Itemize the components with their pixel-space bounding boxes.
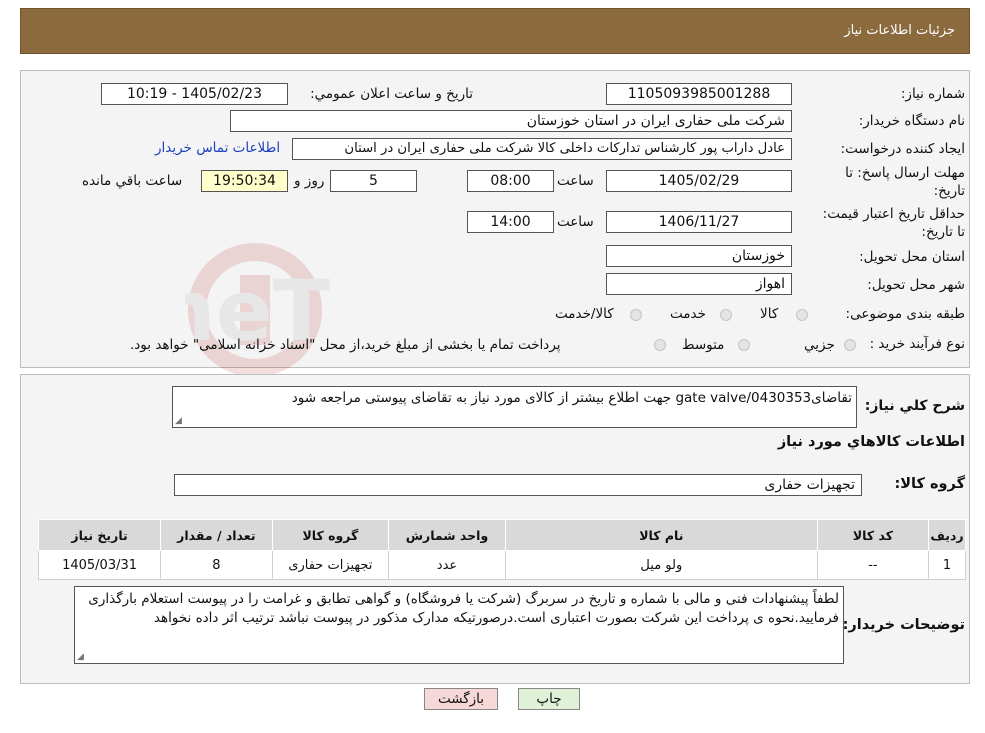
category-option-goods: کالا [760, 306, 779, 322]
delivery-city-label: شهر محل تحويل: [867, 277, 965, 293]
requester-field: عادل داراب پور کارشناس تدارکات داخلی کال… [292, 138, 792, 160]
process-radio-minor[interactable] [844, 339, 856, 351]
resize-handle-icon[interactable]: ◢ [175, 416, 182, 426]
col-unit: واحد شمارش [388, 519, 506, 551]
days-label: روز و [294, 173, 325, 189]
col-need-date: تاريخ نياز [37, 519, 162, 551]
remaining-days-field: 5 [330, 170, 417, 192]
purchase-process-label: نوع فرآيند خريد : [869, 336, 965, 352]
announce-date-label: تاريخ و ساعت اعلان عمومي: [310, 86, 473, 102]
category-option-service: خدمت [670, 306, 706, 322]
page-title: جزئیات اطلاعات نیاز [844, 23, 955, 38]
goods-group-label: گروه کالا: [894, 476, 965, 492]
deadline-time-field: 08:00 [467, 170, 554, 192]
goods-table: رديف کد کالا نام کالا واحد شمارش گروه کا… [37, 519, 966, 580]
delivery-city-field: اهواز [606, 273, 792, 295]
process-radio-medium[interactable] [738, 339, 750, 351]
category-option-goods-service: کالا/خدمت [555, 306, 614, 322]
deadline-date-field: 1405/02/29 [606, 170, 792, 192]
col-goods-group: گروه کالا [271, 519, 390, 551]
description-text: تقاضایgate valve/0430353 جهت اطلاع بیشتر… [291, 390, 852, 406]
buyer-contact-link[interactable]: اطلاعات تماس خريدار [155, 140, 280, 156]
description-label: شرح کلي نياز: [864, 398, 965, 414]
process-option-medium: متوسط [682, 337, 725, 353]
cell-goods-group: تجهيزات حفاری [271, 550, 390, 580]
process-option-minor: جزيي [804, 337, 835, 353]
deadline-label: مهلت ارسال پاسخ: تا تاريخ: [845, 165, 965, 199]
buyer-notes-textarea[interactable]: لطفاً پیشنهادات فنی و مالی با شماره و تا… [74, 586, 844, 664]
category-radio-goods[interactable] [796, 309, 808, 321]
goods-group-field: تجهیزات حفاری [174, 474, 862, 496]
col-goods-code: کد کالا [816, 519, 930, 551]
requester-label: ايجاد کننده درخواست: [840, 141, 965, 157]
need-number-label: شماره نياز: [900, 86, 965, 102]
cell-goods-name: ولو میل [504, 550, 818, 580]
remaining-time-label: ساعت باقي مانده [82, 173, 183, 189]
price-validity-time-field: 14:00 [467, 211, 554, 233]
description-textarea[interactable]: تقاضایgate valve/0430353 جهت اطلاع بیشتر… [172, 386, 857, 428]
category-radio-goods-service[interactable] [630, 309, 642, 321]
delivery-province-field: خوزستان [606, 245, 792, 267]
cell-goods-code: -- [816, 550, 930, 580]
price-validity-time-label: ساعت [557, 214, 594, 230]
table-row: 1 -- ولو میل عدد تجهيزات حفاری 8 1405/03… [37, 550, 966, 580]
remaining-time-field: 19:50:34 [201, 170, 288, 192]
col-row-number: رديف [928, 519, 966, 551]
print-button[interactable]: چاپ [518, 688, 580, 710]
need-number-field: 1105093985001288 [606, 83, 792, 105]
goods-section-title: اطلاعات کالاهاي مورد نياز [777, 434, 965, 450]
price-validity-label: حداقل تاريخ اعتبار قيمت: تا تاريخ: [822, 206, 965, 240]
col-quantity: تعداد / مقدار [160, 519, 273, 551]
category-radio-service[interactable] [720, 309, 732, 321]
buyer-org-field: شرکت ملی حفاری ایران در استان خوزستان [230, 110, 792, 132]
buyer-notes-text: لطفاً پیشنهادات فنی و مالی با شماره و تا… [88, 591, 839, 626]
page-header: جزئیات اطلاعات نیاز [20, 8, 970, 54]
deadline-time-label: ساعت [557, 173, 594, 189]
category-label: طبقه بندی موضوعی: [845, 306, 965, 322]
cell-unit: عدد [388, 550, 506, 580]
back-button[interactable]: بازگشت [424, 688, 498, 710]
buyer-org-label: نام دستگاه خريدار: [858, 113, 965, 129]
delivery-province-label: استان محل تحويل: [859, 249, 965, 265]
price-validity-date-field: 1406/11/27 [606, 211, 792, 233]
announce-date-field: 1405/02/23 - 10:19 [101, 83, 288, 105]
buyer-notes-label: توضيحات خريدار: [842, 617, 965, 633]
process-treasury-note: پرداخت تمام يا بخشی از مبلغ خريد،از محل … [130, 337, 561, 353]
process-radio-treasury[interactable] [654, 339, 666, 351]
goods-table-header: رديف کد کالا نام کالا واحد شمارش گروه کا… [37, 519, 966, 551]
cell-row-number: 1 [928, 550, 966, 580]
cell-need-date: 1405/03/31 [37, 550, 162, 580]
col-goods-name: نام کالا [504, 519, 818, 551]
cell-quantity: 8 [160, 550, 273, 580]
resize-handle-icon[interactable]: ◢ [77, 652, 84, 662]
